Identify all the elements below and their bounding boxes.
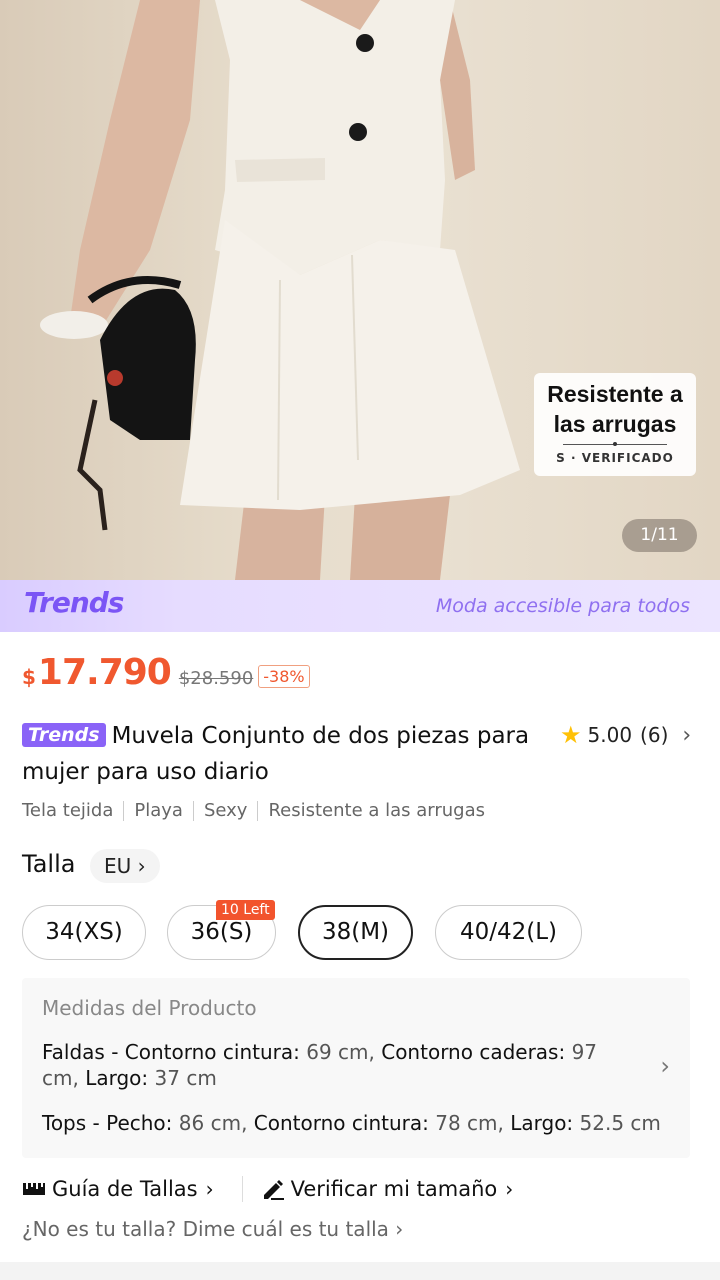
divider bbox=[241, 1176, 243, 1202]
attribute-tag: Sexy bbox=[203, 800, 248, 821]
tops-measurements: Tops - Pecho: 86 cm, Contorno cintura: 7… bbox=[42, 1110, 682, 1136]
star-icon: ★ bbox=[560, 721, 582, 749]
size-region-selector[interactable]: EU › bbox=[90, 849, 160, 883]
measurements-title: Medidas del Producto bbox=[42, 996, 257, 1020]
trends-banner[interactable]: Trends Moda accesible para todos bbox=[0, 580, 720, 632]
trends-title-badge: Trends bbox=[22, 723, 106, 747]
attribute-divider bbox=[123, 800, 125, 821]
badge-divider bbox=[563, 442, 667, 446]
measure-value: 37 cm bbox=[154, 1066, 217, 1090]
product-photo bbox=[40, 0, 520, 580]
measure-value: 52.5 cm bbox=[579, 1111, 661, 1135]
measure-key: Contorno cintura: bbox=[253, 1111, 429, 1135]
verify-size-link[interactable]: Verificar mi tamaño › bbox=[261, 1177, 514, 1201]
measure-value: 86 cm, bbox=[178, 1111, 248, 1135]
size-guide-link[interactable]: Guía de Tallas › bbox=[22, 1177, 214, 1201]
product-title: Trends Muvela Conjunto de dos piezas para… bbox=[22, 718, 542, 790]
badge-subtitle: S · VERIFICADO bbox=[556, 451, 674, 465]
badge-title-line2: las arrugas bbox=[553, 411, 677, 437]
size-help-label: ¿No es tu talla? Dime cuál es tu talla bbox=[22, 1217, 389, 1241]
size-guides-row: Guía de Tallas › Verificar mi tamaño › bbox=[22, 1172, 513, 1206]
product-measurements[interactable]: Medidas del Producto Faldas - Contorno c… bbox=[22, 978, 690, 1158]
measure-key: Pecho: bbox=[106, 1111, 173, 1135]
current-price: 17.790 bbox=[37, 652, 172, 693]
ruler-icon bbox=[23, 1183, 45, 1195]
rating-value: 5.00 bbox=[587, 723, 633, 747]
section-separator bbox=[0, 1262, 720, 1280]
size-region-label: EU bbox=[104, 854, 132, 878]
stock-left-tag: 10 Left bbox=[216, 900, 275, 920]
chevron-right-icon: › bbox=[682, 722, 692, 748]
measure-value: 69 cm, bbox=[306, 1040, 375, 1064]
chevron-right-icon: › bbox=[137, 854, 146, 878]
size-option-34-xs[interactable]: 34(XS) bbox=[22, 905, 146, 960]
size-guide-label: Guía de Tallas bbox=[52, 1177, 198, 1201]
verify-size-label: Verificar mi tamaño bbox=[290, 1177, 498, 1201]
wrinkle-resistant-badge: Resistente a las arrugas S · VERIFICADO bbox=[534, 373, 696, 476]
measure-key: Largo: bbox=[85, 1066, 149, 1090]
badge-title-line1: Resistente a bbox=[547, 381, 683, 407]
trends-tagline: Moda accesible para todos bbox=[435, 595, 690, 617]
size-option-38-m[interactable]: 38(M) bbox=[298, 905, 413, 960]
size-label: Talla bbox=[22, 850, 76, 878]
image-page-indicator: 1/11 bbox=[622, 519, 697, 552]
attribute-tag: Resistente a las arrugas bbox=[268, 800, 485, 821]
skirt-measurements: Faldas - Contorno cintura: 69 cm, Contor… bbox=[42, 1039, 622, 1091]
size-help-link[interactable]: ¿No es tu talla? Dime cuál es tu talla › bbox=[22, 1217, 403, 1241]
product-attributes: Tela tejida Playa Sexy Resistente a las … bbox=[22, 800, 485, 821]
chevron-right-icon: › bbox=[505, 1177, 514, 1201]
rating-link[interactable]: ★ 5.00 (6) › bbox=[560, 720, 691, 750]
size-option-40-42-l[interactable]: 40/42(L) bbox=[435, 905, 582, 960]
trends-logo: Trends bbox=[24, 586, 124, 619]
original-price: $28.590 bbox=[178, 668, 254, 689]
tops-label: Tops - bbox=[42, 1111, 100, 1135]
measure-key: Contorno cintura: bbox=[124, 1040, 300, 1064]
price-currency: $ bbox=[22, 665, 36, 689]
chevron-right-icon: › bbox=[395, 1217, 404, 1241]
price-row: $ 17.790 $28.590 -38% bbox=[22, 652, 310, 696]
attribute-divider bbox=[257, 800, 259, 821]
measure-value: 78 cm, bbox=[435, 1111, 504, 1135]
attribute-tag: Playa bbox=[134, 800, 183, 821]
attribute-tag: Tela tejida bbox=[22, 800, 114, 821]
measure-key: Largo: bbox=[510, 1111, 574, 1135]
measure-key: Contorno caderas: bbox=[381, 1040, 566, 1064]
pencil-icon bbox=[263, 1180, 284, 1200]
chevron-right-icon: › bbox=[205, 1177, 214, 1201]
discount-badge: -38% bbox=[258, 665, 310, 688]
rating-count: (6) bbox=[640, 723, 669, 747]
attribute-divider bbox=[192, 800, 194, 821]
product-image[interactable]: Resistente a las arrugas S · VERIFICADO … bbox=[0, 0, 720, 580]
skirt-label: Faldas - bbox=[42, 1040, 119, 1064]
chevron-right-icon: › bbox=[660, 1052, 670, 1080]
